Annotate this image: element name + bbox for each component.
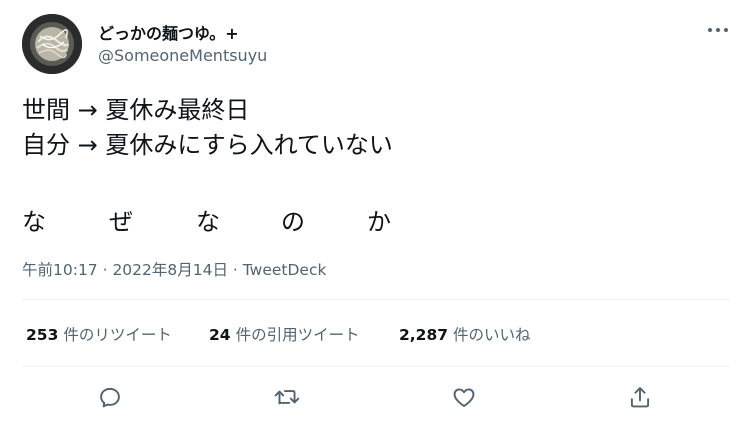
share-button[interactable] bbox=[625, 382, 655, 412]
quote-count: 24 bbox=[209, 326, 231, 344]
retweet-count-link[interactable]: 253 件のリツイート bbox=[26, 323, 172, 345]
tweet-timestamp[interactable]: 午前10:17 · 2022年8月14日 · bbox=[22, 261, 243, 279]
author-display-name[interactable]: どっかの麺つゆ。+ bbox=[98, 20, 239, 44]
retweet-button[interactable] bbox=[272, 382, 302, 412]
heart-icon bbox=[453, 388, 475, 407]
more-options-button[interactable] bbox=[704, 20, 732, 40]
like-button[interactable] bbox=[449, 382, 479, 412]
emphasis-char: ぜ bbox=[109, 208, 133, 236]
emphasis-char: な bbox=[22, 208, 46, 236]
emphasis-char: か bbox=[367, 208, 391, 236]
quote-label: 件の引用ツイート bbox=[235, 326, 360, 344]
tweet-source-link[interactable]: TweetDeck bbox=[243, 261, 327, 279]
reply-button[interactable] bbox=[95, 382, 125, 412]
retweet-label: 件のリツイート bbox=[63, 326, 172, 344]
divider bbox=[22, 366, 730, 367]
retweet-icon bbox=[274, 390, 300, 405]
like-label: 件のいいね bbox=[453, 326, 531, 344]
tweet-meta: 午前10:17 · 2022年8月14日 · TweetDeck bbox=[22, 258, 326, 280]
like-count: 2,287 bbox=[399, 326, 449, 344]
emphasis-char: な bbox=[196, 208, 220, 236]
tweet-text-line-2: 自分 → 夏休みにすら入れていない bbox=[22, 131, 393, 159]
tweet-text-line-1: 世間 → 夏休み最終日 bbox=[22, 96, 250, 124]
like-count-link[interactable]: 2,287 件のいいね bbox=[399, 323, 531, 345]
more-horizontal-icon bbox=[708, 28, 728, 32]
divider bbox=[22, 299, 730, 300]
quote-count-link[interactable]: 24 件の引用ツイート bbox=[209, 323, 360, 345]
avatar[interactable] bbox=[22, 14, 82, 74]
noodle-avatar-image bbox=[22, 14, 82, 74]
retweet-count: 253 bbox=[26, 326, 59, 344]
author-handle[interactable]: @SomeoneMentsuyu bbox=[98, 46, 267, 65]
emphasis-char: の bbox=[281, 208, 305, 236]
share-icon bbox=[630, 387, 650, 408]
reply-icon bbox=[100, 387, 120, 408]
